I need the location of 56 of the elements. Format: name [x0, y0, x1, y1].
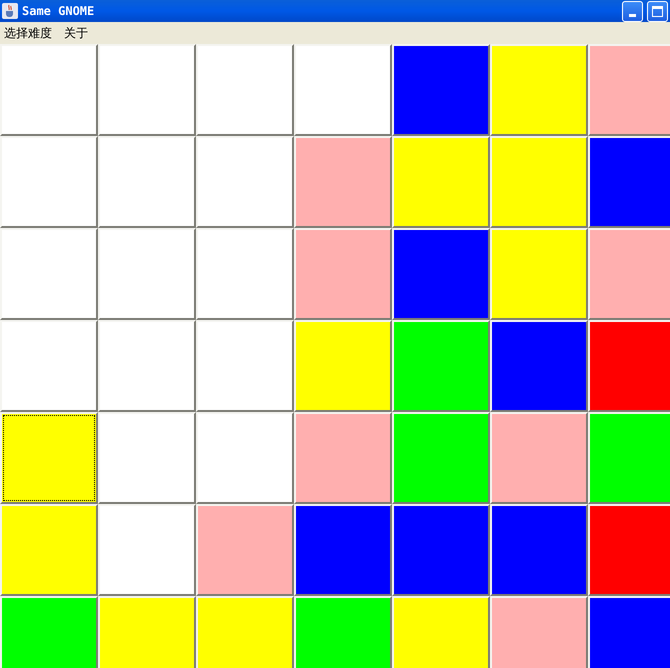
- tile-button[interactable]: [98, 504, 196, 596]
- tile-button[interactable]: [490, 412, 588, 504]
- maximize-icon: [652, 6, 663, 16]
- tile-button[interactable]: [490, 596, 588, 668]
- coffee-cup-icon: [2, 3, 18, 19]
- tile-button[interactable]: [294, 228, 392, 320]
- tile-button[interactable]: [294, 44, 392, 136]
- window-title: Same GNOME: [22, 3, 94, 20]
- minimize-button[interactable]: [622, 0, 643, 22]
- tile-button[interactable]: [98, 412, 196, 504]
- tile-button[interactable]: [392, 136, 490, 228]
- tile-button[interactable]: [294, 136, 392, 228]
- tile-button[interactable]: [490, 320, 588, 412]
- tile-button[interactable]: [98, 596, 196, 668]
- tile-button[interactable]: [0, 596, 98, 668]
- tile-button[interactable]: [490, 504, 588, 596]
- tile-button[interactable]: [588, 136, 670, 228]
- tile-button[interactable]: [196, 228, 294, 320]
- tile-button[interactable]: [392, 44, 490, 136]
- tile-button[interactable]: [392, 412, 490, 504]
- tile-button[interactable]: [588, 320, 670, 412]
- tile-button[interactable]: [0, 228, 98, 320]
- tile-button[interactable]: [98, 136, 196, 228]
- tile-button[interactable]: [392, 228, 490, 320]
- tile-button[interactable]: [196, 44, 294, 136]
- tile-button[interactable]: [0, 412, 98, 504]
- tile-button[interactable]: [392, 504, 490, 596]
- maximize-button[interactable]: [647, 0, 668, 22]
- tile-button[interactable]: [490, 136, 588, 228]
- tile-button[interactable]: [588, 412, 670, 504]
- tile-button[interactable]: [196, 320, 294, 412]
- tile-button[interactable]: [196, 504, 294, 596]
- tile-button[interactable]: [196, 596, 294, 668]
- tile-button[interactable]: [588, 44, 670, 136]
- tile-button[interactable]: [98, 44, 196, 136]
- tile-button[interactable]: [588, 504, 670, 596]
- tile-button[interactable]: [0, 504, 98, 596]
- tile-button[interactable]: [490, 44, 588, 136]
- menu-item[interactable]: 关于: [64, 24, 88, 42]
- tile-button[interactable]: [98, 320, 196, 412]
- tile-button[interactable]: [294, 504, 392, 596]
- tile-button[interactable]: [294, 320, 392, 412]
- tile-button[interactable]: [294, 412, 392, 504]
- tile-button[interactable]: [588, 228, 670, 320]
- minimize-icon: [629, 14, 636, 16]
- tile-button[interactable]: [294, 596, 392, 668]
- tile-button[interactable]: [196, 136, 294, 228]
- tile-button[interactable]: [98, 228, 196, 320]
- tile-button[interactable]: [0, 136, 98, 228]
- tile-button[interactable]: [392, 320, 490, 412]
- tile-button[interactable]: [392, 596, 490, 668]
- menu-item[interactable]: 选择难度: [4, 24, 52, 42]
- tile-button[interactable]: [0, 44, 98, 136]
- tile-button[interactable]: [490, 228, 588, 320]
- tile-button[interactable]: [196, 412, 294, 504]
- tile-button[interactable]: [0, 320, 98, 412]
